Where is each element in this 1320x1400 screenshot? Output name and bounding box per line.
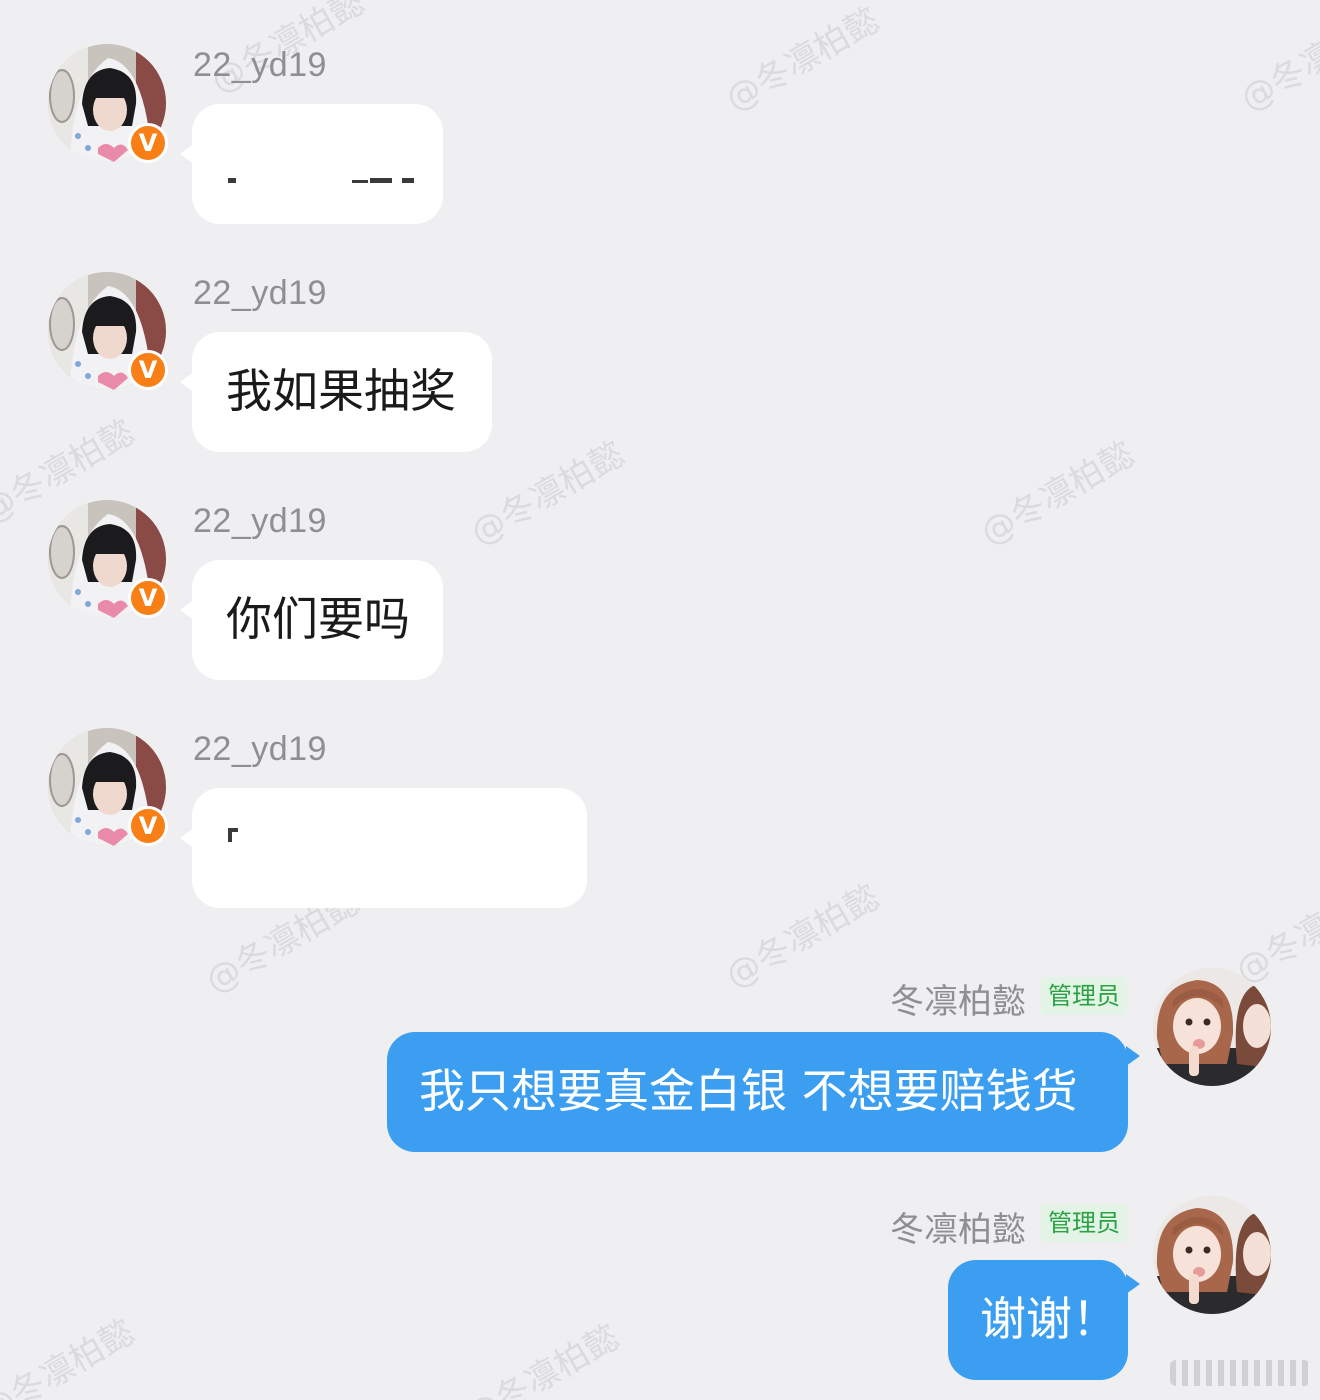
admin-avatar[interactable] — [1153, 1196, 1271, 1314]
watermark: @冬凛柏懿 — [974, 433, 1142, 554]
username[interactable]: 22_yd19 — [193, 274, 327, 313]
username[interactable]: 22_yd19 — [193, 502, 327, 541]
sender-name[interactable]: 冬凛柏懿 — [890, 1202, 1026, 1251]
admin-avatar[interactable] — [1153, 968, 1271, 1086]
username[interactable]: 22_yd19 — [193, 730, 327, 769]
avatar-photo-icon — [1153, 968, 1271, 1086]
message-bubble[interactable]: 你们要吗 — [180, 560, 443, 680]
redacted-text-remnant — [228, 832, 232, 842]
redacted-text-remnant — [370, 178, 392, 183]
message-bubble[interactable]: 我如果抽奖 — [180, 332, 492, 452]
watermark: @冬凛柏懿 — [0, 1311, 142, 1400]
message-bubble[interactable] — [180, 104, 443, 224]
sender-name[interactable]: 冬凛柏懿 — [890, 974, 1026, 1023]
verified-badge-icon: V — [128, 806, 168, 846]
username[interactable]: 22_yd19 — [193, 46, 327, 85]
verified-badge-icon: V — [128, 350, 168, 390]
watermark: @冬凛柏懿 — [1229, 871, 1320, 992]
avatar-photo-icon — [1153, 1196, 1271, 1314]
message-text: 我如果抽奖 — [226, 364, 456, 418]
scroll-indicator[interactable] — [1170, 1360, 1310, 1386]
watermark: @冬凛柏懿 — [719, 876, 887, 997]
redacted-text-remnant — [352, 180, 368, 183]
redacted-text-remnant — [228, 178, 236, 183]
watermark: @冬凛柏懿 — [719, 0, 887, 120]
message-bubble[interactable] — [180, 788, 587, 908]
message-bubble[interactable]: 我只想要真金白银 不想要赔钱货 — [387, 1032, 1140, 1152]
admin-role-badge: 管理员 — [1041, 977, 1127, 1015]
message-bubble[interactable]: 谢谢！ — [948, 1260, 1140, 1380]
watermark: @冬凛柏懿 — [464, 433, 632, 554]
redacted-text-remnant — [402, 178, 414, 183]
watermark: @冬凛柏懿 — [1234, 0, 1320, 120]
message-text: 我只想要真金白银 不想要赔钱货 — [419, 1064, 1078, 1118]
verified-badge-icon: V — [128, 123, 168, 163]
admin-role-badge: 管理员 — [1041, 1204, 1127, 1242]
message-text: 谢谢！ — [980, 1292, 1118, 1346]
message-text: 你们要吗 — [226, 592, 410, 646]
watermark: @冬凛柏懿 — [459, 1316, 627, 1400]
chat-conversation: @冬凛柏懿 @冬凛柏懿 @冬凛柏懿 @冬凛柏懿 @冬凛柏懿 @冬凛柏懿 @冬凛柏… — [0, 0, 1320, 1400]
verified-badge-icon: V — [128, 578, 168, 618]
